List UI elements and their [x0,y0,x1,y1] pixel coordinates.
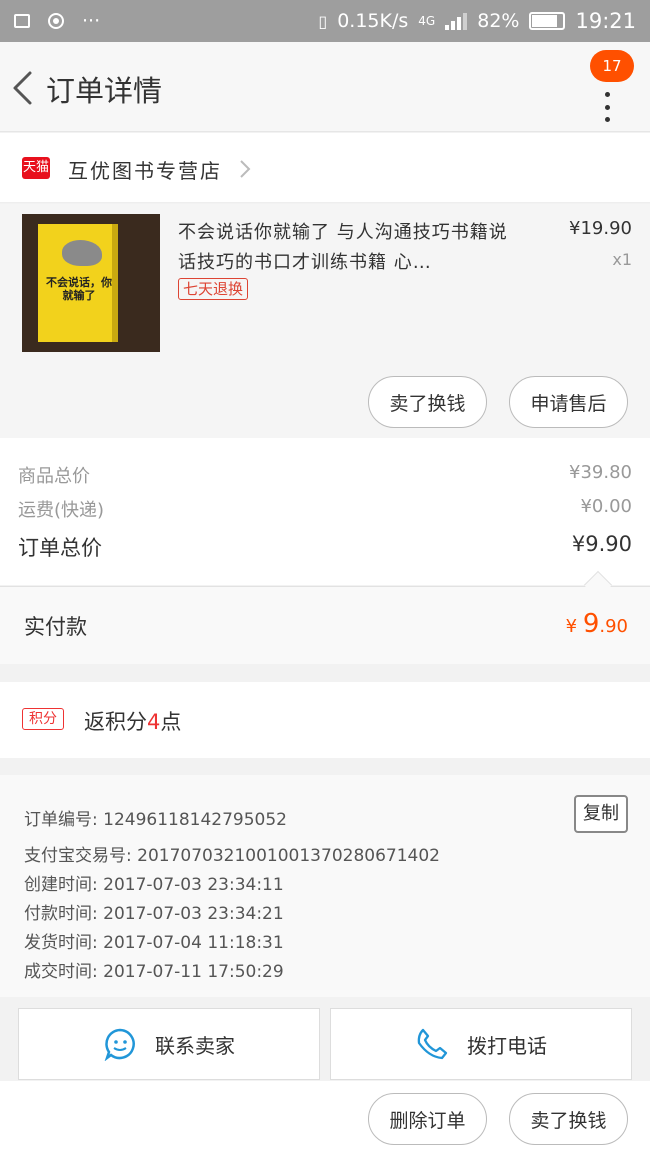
chat-bubble-icon [104,1028,135,1061]
completed-time: 成交时间: 2017-07-11 17:50:29 [24,962,284,982]
order-total-row: 订单总价 ¥9.90 [18,532,632,562]
payment-decimal: .90 [599,616,628,637]
network-speed: 0.15K/s [337,10,409,32]
order-number: 订单编号: 12496118142795052 [24,810,288,830]
network-type: 4G [418,14,436,28]
image-notification-icon [14,14,30,28]
store-name[interactable]: 互优图书专营店 [68,155,222,184]
signal-icon [445,12,468,30]
paid-time: 付款时间: 2017-07-03 23:34:21 [24,904,284,924]
message-count-badge: 17 [590,50,634,82]
product-quantity: x1 [612,250,632,269]
shipped-time: 发货时间: 2017-07-04 11:18:31 [24,933,284,953]
order-total-value: ¥9.90 [571,532,632,556]
points-tag: 积分 [22,708,64,730]
battery-percent: 82% [477,10,520,32]
product-title[interactable]: 不会说话你就输了 与人沟通技巧书籍说话技巧的书口才训练书籍 心… [178,218,518,278]
call-phone-label: 拨打电话 [467,1033,547,1058]
goods-total-row: 商品总价 ¥39.80 [18,462,632,488]
chevron-right-icon[interactable] [238,159,252,179]
created-time: 创建时间: 2017-07-03 23:34:11 [24,875,284,895]
app-header: 订单详情 17 [0,42,650,132]
clock: 19:21 [575,9,636,33]
actual-payment-value: ¥ 9.90 [480,609,628,639]
order-item: 不会说话，你就输了 不会说话你就输了 与人沟通技巧书籍说话技巧的书口才训练书籍 … [0,204,650,438]
parrot-illustration [62,240,102,266]
contact-seller-button[interactable]: 联系卖家 [18,1008,320,1080]
tmall-logo-icon: 天猫 [22,157,50,179]
battery-icon [529,12,566,30]
points-number: 4 [147,710,161,734]
actual-payment-label: 实付款 [24,615,87,639]
shipping-label: 运费(快递) [18,500,105,521]
sell-for-cash-button[interactable]: 卖了换钱 [368,376,487,428]
points-text: 返积分4点 [84,706,181,736]
back-arrow-icon[interactable] [10,70,36,106]
more-notifications-icon: ··· [82,10,101,32]
apply-after-sales-button[interactable]: 申请售后 [509,376,628,428]
goods-total-value: ¥39.80 [569,462,632,483]
currency-symbol: ¥ [565,616,578,637]
points-suffix: 点 [160,710,182,734]
goods-total-label: 商品总价 [18,466,90,487]
delete-order-button[interactable]: 删除订单 [368,1093,487,1145]
actual-payment-row: 实付款 ¥ 9.90 [0,570,650,664]
more-menu-icon[interactable] [598,92,616,122]
points-row: 积分 返积分4点 [0,682,650,758]
points-prefix: 返积分 [84,710,147,734]
order-info: 订单编号: 12496118142795052 支付宝交易号: 20170703… [0,775,650,997]
shipping-value: ¥0.00 [580,496,632,517]
phone-icon [417,1028,448,1060]
price-summary: 商品总价 ¥39.80 运费(快递) ¥0.00 订单总价 ¥9.90 [0,438,650,585]
payment-integer: 9 [582,609,600,639]
sell-for-cash-footer-button[interactable]: 卖了换钱 [509,1093,628,1145]
shipping-row: 运费(快递) ¥0.00 [18,496,632,522]
call-phone-button[interactable]: 拨打电话 [330,1008,632,1080]
seven-day-return-tag: 七天退换 [178,278,249,300]
alipay-trade-number: 支付宝交易号: 2017070321001001370280671402 [24,846,440,866]
book-cover-title: 不会说话，你就输了 [46,276,112,302]
page-title: 订单详情 [46,74,163,108]
record-notification-icon [48,13,64,29]
contact-seller-label: 联系卖家 [155,1033,235,1058]
copy-button[interactable]: 复制 [574,795,628,833]
product-image[interactable]: 不会说话，你就输了 [22,214,160,352]
vibrate-icon: ▯ [318,11,328,31]
status-bar: ··· ▯ 0.15K/s 4G 82% 19:21 [0,0,650,42]
store-row[interactable]: 天猫 互优图书专营店 [0,133,650,203]
product-price: ¥19.90 [569,218,632,239]
order-total-label: 订单总价 [18,536,102,560]
bottom-action-bar: 删除订单 卖了换钱 [0,1081,650,1155]
